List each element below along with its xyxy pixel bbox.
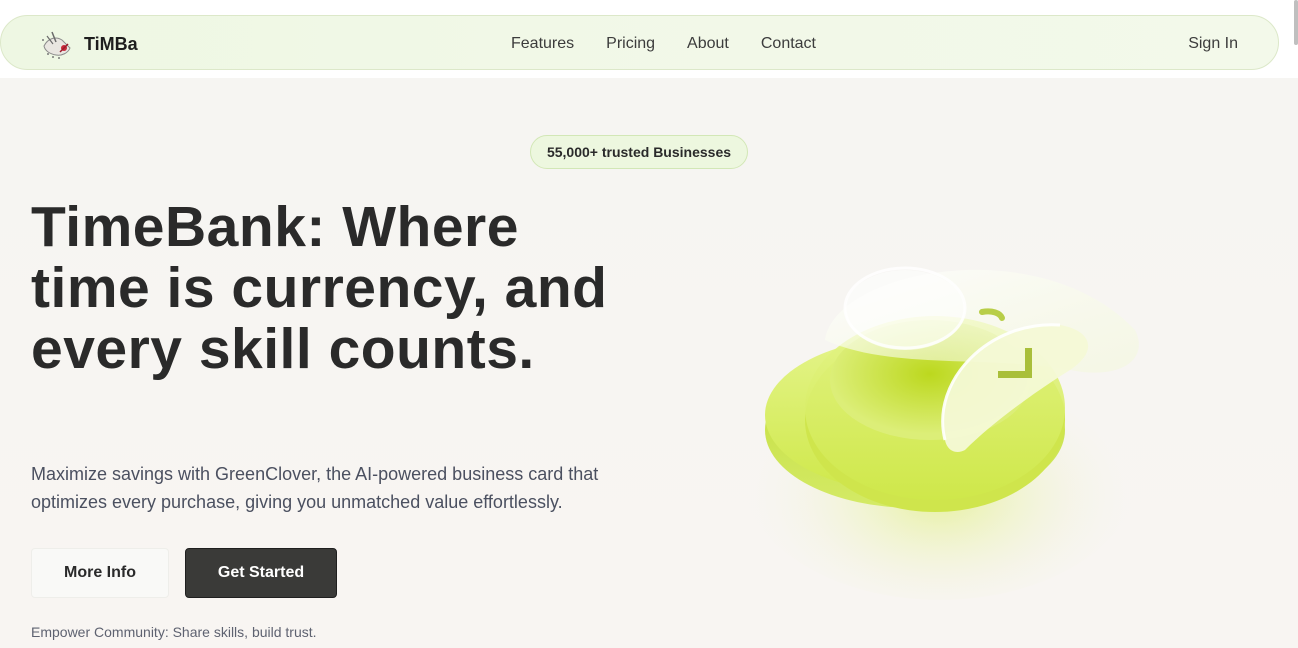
more-info-button[interactable]: More Info bbox=[31, 548, 169, 598]
nav-link-features[interactable]: Features bbox=[511, 35, 574, 53]
nav-link-about[interactable]: About bbox=[687, 35, 729, 53]
sign-in-link[interactable]: Sign In bbox=[1188, 16, 1238, 71]
nav-link-pricing[interactable]: Pricing bbox=[606, 35, 655, 53]
nav-links: Features Pricing About Contact bbox=[511, 16, 848, 71]
nav-link-contact[interactable]: Contact bbox=[761, 35, 816, 53]
hero-title: TimeBank: Where time is currency, and ev… bbox=[31, 195, 608, 381]
hero-subtitle: Maximize savings with GreenClover, the A… bbox=[31, 464, 599, 512]
brand-name: TiMBa bbox=[84, 33, 138, 54]
get-started-button[interactable]: Get Started bbox=[185, 548, 337, 598]
glass-coin-clock-icon bbox=[740, 266, 1140, 600]
timebank-logo-icon bbox=[42, 31, 71, 59]
scrollbar-thumb[interactable] bbox=[1294, 0, 1298, 45]
brand[interactable]: TiMBa bbox=[38, 26, 138, 62]
trusted-businesses-badge: 55,000+ trusted Businesses bbox=[530, 135, 748, 169]
top-navbar: TiMBa Features Pricing About Contact Sig… bbox=[0, 15, 1279, 70]
hero-tagline: Empower Community: Share skills, build t… bbox=[31, 624, 317, 640]
